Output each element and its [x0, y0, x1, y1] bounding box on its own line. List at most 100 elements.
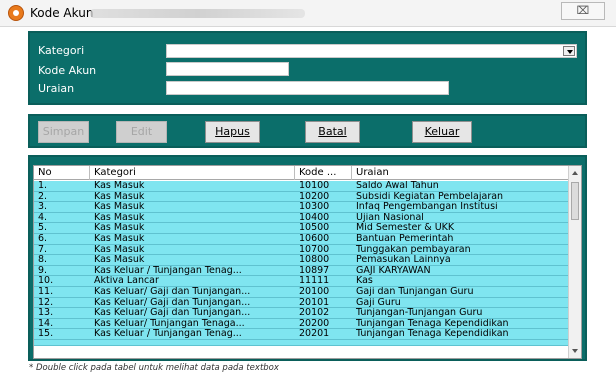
action-button-panel: Simpan Edit Hapus Batal Keluar: [28, 114, 587, 148]
kategori-select[interactable]: [166, 44, 577, 58]
cell-kategori: Kas Masuk: [94, 223, 145, 234]
close-icon[interactable]: ⌧: [561, 2, 605, 20]
cell-kategori: Kas Keluar/ Tunjangan Tenaga...: [94, 318, 245, 329]
cell-kategori: Kas Masuk: [94, 255, 145, 266]
table-row[interactable]: 11. Kas Keluar/ Gaji dan Tunjangan... 2010…: [34, 286, 569, 298]
cell-uraian: Saldo Awal Tahun: [356, 181, 439, 191]
scroll-up-icon[interactable]: [572, 171, 578, 175]
cell-no: 3.: [38, 202, 48, 213]
table-row[interactable]: 1. Kas Masuk 10100 Saldo Awal Tahun: [34, 181, 569, 192]
cell-uraian: Subsidi Kegiatan Pembelajaran: [356, 191, 504, 202]
input-form-panel: Kategori Kode Akun Uraian: [28, 31, 587, 105]
cell-no: 13.: [38, 308, 54, 319]
cell-kode: 11111: [299, 276, 330, 287]
cell-no: 12.: [38, 297, 54, 308]
cell-uraian: GAJI KARYAWAN: [356, 265, 431, 276]
cell-uraian: Gaji dan Tunjangan Guru: [356, 286, 474, 297]
cell-kode: 20201: [299, 329, 330, 340]
table-row[interactable]: 14. Kas Keluar/ Tunjangan Tenaga... 20200 T…: [34, 318, 569, 330]
cell-no: 1.: [38, 181, 48, 191]
vertical-scrollbar[interactable]: [568, 166, 581, 358]
table-row[interactable]: 6. Kas Masuk 10600 Bantuan Pemerintah: [34, 233, 569, 245]
cell-kode: 10600: [299, 233, 330, 244]
table-row[interactable]: 5. Kas Masuk 10500 Mid Semester & UKK: [34, 223, 569, 234]
cell-kategori: Kas Keluar/ Gaji dan Tunjangan...: [94, 308, 251, 319]
table-row[interactable]: 13. Kas Keluar/ Gaji dan Tunjangan... 2010…: [34, 308, 569, 319]
cell-uraian: Tunjangan Tenaga Kependidikan: [356, 329, 509, 340]
cell-uraian: Pemasukan Lainnya: [356, 255, 451, 266]
cell-kode: 10500: [299, 223, 330, 234]
cell-kode: 10300: [299, 202, 330, 213]
kategori-label: Kategori: [38, 44, 85, 57]
cell-uraian: Infaq Pengembangan Institusi: [356, 202, 498, 213]
cell-no: 2.: [38, 191, 48, 202]
kode-akun-label: Kode Akun: [38, 64, 97, 77]
table-row[interactable]: 7. Kas Masuk 10700 Tunggakan pembayaran: [34, 244, 569, 256]
table-row[interactable]: 3. Kas Masuk 10300 Infaq Pengembangan Insti…: [34, 202, 569, 213]
table-row-partial[interactable]: [34, 339, 569, 346]
column-header-kategori[interactable]: Kategori: [90, 166, 295, 180]
table-row[interactable]: 12. Kas Keluar/ Gaji dan Tunjangan... 2010…: [34, 297, 569, 309]
chevron-down-icon[interactable]: [563, 46, 575, 56]
cell-kategori: Kas Keluar / Tunjangan Tenag...: [94, 265, 242, 276]
cell-no: 5.: [38, 223, 48, 234]
table-body: 1. Kas Masuk 10100 Saldo Awal Tahun 2. Kas M…: [34, 181, 569, 346]
cell-uraian: Kas: [356, 276, 373, 287]
hapus-button[interactable]: Hapus: [205, 121, 260, 143]
simpan-button[interactable]: Simpan: [38, 121, 89, 143]
cell-uraian: Ujian Nasional: [356, 212, 424, 223]
scroll-down-icon[interactable]: [572, 349, 578, 353]
data-table-panel: No Kategori Kode ... Uraian 1. Kas Masuk 1…: [28, 155, 587, 361]
cell-kode: 10100: [299, 181, 330, 191]
uraian-input[interactable]: [166, 81, 449, 95]
cell-kategori: Kas Keluar / Tunjangan Tenag...: [94, 329, 242, 340]
cell-kode: 10700: [299, 244, 330, 255]
cell-kategori: Kas Keluar/ Gaji dan Tunjangan...: [94, 286, 251, 297]
cell-no: 11.: [38, 286, 54, 297]
app-icon: [8, 5, 24, 21]
cell-kategori: Kas Masuk: [94, 191, 145, 202]
cell-uraian: Gaji Guru: [356, 297, 401, 308]
cell-kategori: Aktiva Lancar: [94, 276, 159, 287]
cell-no: 15.: [38, 329, 54, 340]
window-title: Kode Akun: [30, 6, 94, 20]
cell-no: 6.: [38, 233, 48, 244]
cell-no: 4.: [38, 212, 48, 223]
cell-kode: 20100: [299, 286, 330, 297]
footnote-text: * Double click pada tabel untuk melihat …: [29, 363, 279, 373]
cell-kode: 10400: [299, 212, 330, 223]
table-row[interactable]: 2. Kas Masuk 10200 Subsidi Kegiatan Pembela…: [34, 191, 569, 203]
cell-no: 7.: [38, 244, 48, 255]
cell-no: 14.: [38, 318, 54, 329]
akun-table[interactable]: No Kategori Kode ... Uraian 1. Kas Masuk 1…: [33, 165, 582, 359]
table-row[interactable]: 9. Kas Keluar / Tunjangan Tenag... 10897 GA…: [34, 265, 569, 277]
column-header-uraian[interactable]: Uraian: [352, 166, 569, 180]
kode-akun-input[interactable]: [166, 62, 289, 76]
scrollbar-thumb[interactable]: [571, 182, 579, 220]
blurred-title-text: [90, 9, 305, 18]
cell-uraian: Mid Semester & UKK: [356, 223, 455, 234]
cell-uraian: Tunjangan-Tunjangan Guru: [356, 308, 483, 319]
title-bar: Kode Akun ⌧: [0, 0, 616, 27]
table-row[interactable]: 10. Aktiva Lancar 11111 Kas: [34, 276, 569, 287]
table-row[interactable]: 4. Kas Masuk 10400 Ujian Nasional: [34, 212, 569, 224]
cell-no: 9.: [38, 265, 48, 276]
table-row[interactable]: 8. Kas Masuk 10800 Pemasukan Lainnya: [34, 255, 569, 266]
batal-button[interactable]: Batal: [305, 121, 360, 143]
cell-kategori: Kas Masuk: [94, 212, 145, 223]
cell-no: 10.: [38, 276, 54, 287]
cell-kode: 20200: [299, 318, 330, 329]
cell-kode: 20101: [299, 297, 330, 308]
uraian-label: Uraian: [38, 82, 75, 95]
table-row[interactable]: 15. Kas Keluar / Tunjangan Tenag... 20201 T…: [34, 329, 569, 340]
cell-kode: 10200: [299, 191, 330, 202]
cell-uraian: Tunjangan Tenaga Kependidikan: [356, 318, 509, 329]
cell-kategori: Kas Masuk: [94, 181, 145, 191]
cell-kode: 10897: [299, 265, 330, 276]
cell-uraian: Tunggakan pembayaran: [356, 244, 471, 255]
edit-button[interactable]: Edit: [116, 121, 167, 143]
cell-kategori: Kas Masuk: [94, 233, 145, 244]
column-header-kode[interactable]: Kode ...: [295, 166, 352, 180]
keluar-button[interactable]: Keluar: [412, 121, 472, 143]
column-header-no[interactable]: No: [34, 166, 90, 180]
